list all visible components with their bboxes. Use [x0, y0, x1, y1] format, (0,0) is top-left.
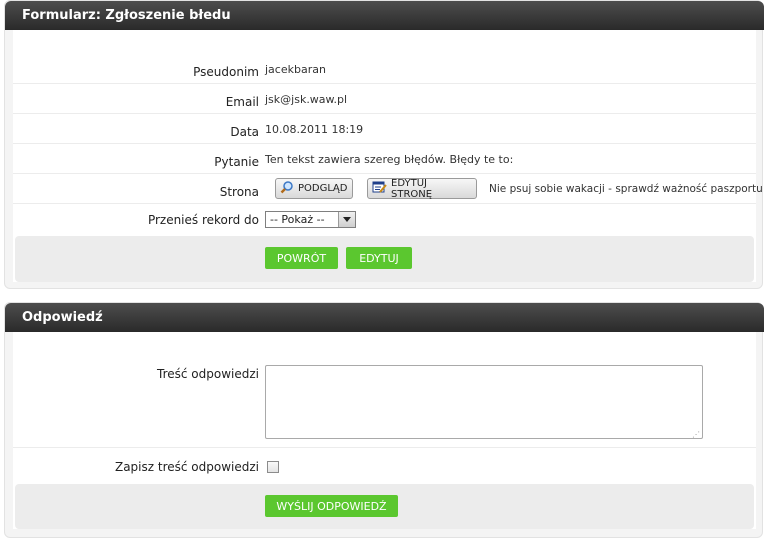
email-value: jsk@jsk.waw.pl	[265, 93, 348, 106]
report-form-panel: Formularz: Zgłoszenie błedu Pseudonim ja…	[4, 0, 764, 289]
pytanie-label: Pytanie	[214, 155, 259, 169]
reply-form-panel: Odpowiedź Treść odpowiedzi ⋰ Zapisz treś…	[4, 302, 764, 538]
save-reply-row: Zapisz treść odpowiedzi	[13, 448, 756, 484]
preview-button-label: PODGLĄD	[298, 183, 348, 194]
reply-form-title: Odpowiedź	[5, 303, 764, 332]
resize-grip-icon[interactable]: ⋰	[692, 430, 700, 439]
magnifier-icon	[280, 180, 294, 197]
send-reply-button[interactable]: WYŚLIJ ODPOWIEDŹ	[265, 495, 398, 517]
edit-page-button[interactable]: EDYTUJ STRONĘ	[367, 177, 477, 200]
data-label: Data	[230, 125, 259, 139]
reply-form-body: Treść odpowiedzi ⋰ Zapisz treść odpowied…	[13, 332, 756, 529]
reply-content-label: Treść odpowiedzi	[157, 367, 259, 381]
move-row: Przenieś rekord do -- Pokaż --	[13, 204, 756, 234]
pytanie-value: Ten tekst zawiera szereg błędów. Błędy t…	[265, 153, 514, 166]
move-record-select[interactable]: -- Pokaż --	[265, 211, 356, 228]
move-label: Przenieś rekord do	[147, 213, 259, 227]
save-reply-checkbox[interactable]	[267, 461, 279, 473]
email-row: Email jsk@jsk.waw.pl	[13, 84, 756, 114]
email-label: Email	[225, 95, 259, 109]
data-row: Data 10.08.2011 18:19	[13, 114, 756, 144]
move-record-select-value: -- Pokaż --	[270, 213, 325, 226]
report-form-footer: POWRÓT EDYTUJ	[15, 236, 754, 282]
data-value: 10.08.2011 18:19	[265, 123, 364, 136]
edit-button[interactable]: EDYTUJ	[346, 247, 412, 269]
save-reply-label: Zapisz treść odpowiedzi	[114, 460, 259, 474]
chevron-down-icon[interactable]	[338, 212, 355, 227]
reply-content-textarea[interactable]	[265, 365, 703, 439]
report-form-body: Pseudonim jacekbaran Email jsk@jsk.waw.p…	[13, 30, 763, 282]
report-form-title: Formularz: Zgłoszenie błedu	[5, 1, 764, 30]
page-title-text: Nie psuj sobie wakacji - sprawdź ważność…	[489, 183, 763, 195]
edit-page-button-label: EDYTUJ STRONĘ	[391, 177, 433, 200]
preview-button[interactable]: PODGLĄD	[275, 178, 353, 199]
pseudonim-label: Pseudonim	[193, 65, 259, 79]
pseudonim-value: jacekbaran	[265, 63, 326, 76]
strona-label: Strona	[219, 185, 259, 199]
reply-form-footer: WYŚLIJ ODPOWIEDŹ	[15, 484, 754, 529]
edit-page-icon	[372, 180, 387, 197]
pytanie-row: Pytanie Ten tekst zawiera szereg błędów.…	[13, 144, 756, 174]
reply-content-row: Treść odpowiedzi ⋰	[13, 352, 756, 448]
back-button[interactable]: POWRÓT	[265, 247, 338, 269]
pseudonim-row: Pseudonim jacekbaran	[13, 54, 756, 84]
strona-row: Strona PODGLĄD EDYTUJ STRONĘ Nie psuj so…	[13, 174, 763, 204]
